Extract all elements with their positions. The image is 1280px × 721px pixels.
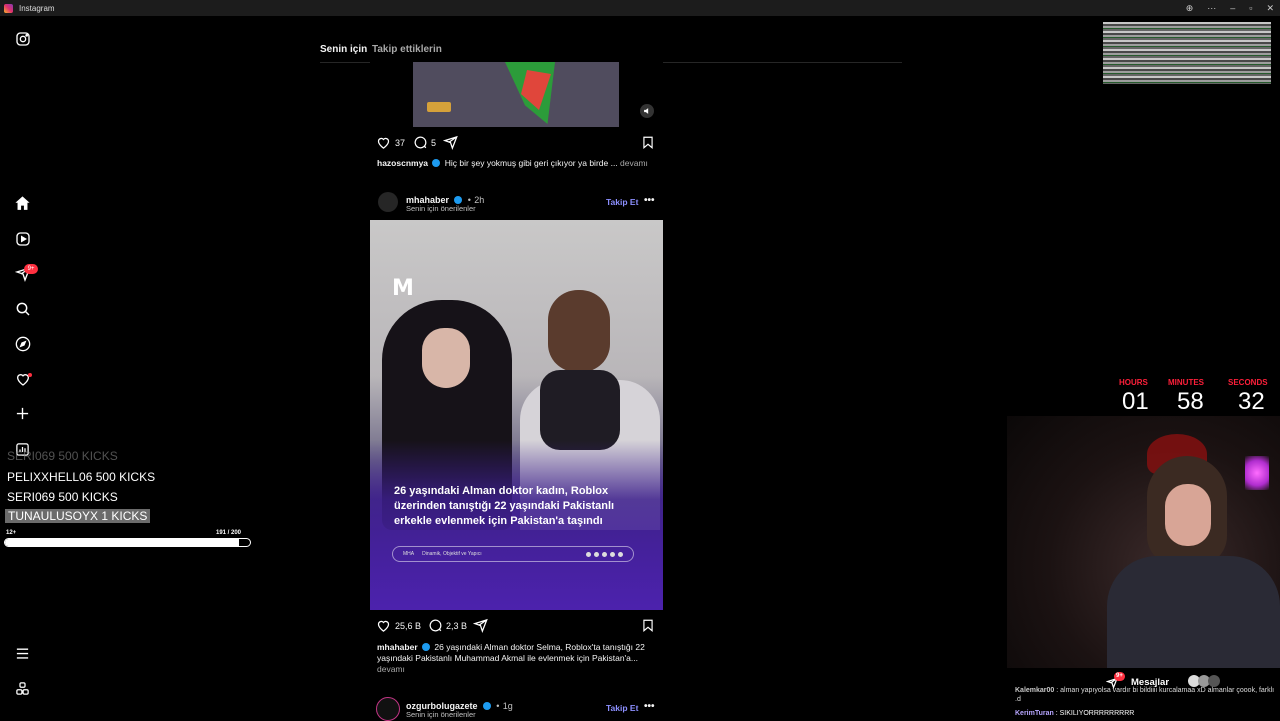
instagram-app-icon <box>4 3 13 13</box>
activity-dot <box>28 373 32 377</box>
kick-line-highlight: TUNAULUSOYX 1 KICKS <box>5 509 151 523</box>
also-from-meta-icon[interactable] <box>13 679 32 698</box>
person-body <box>1107 556 1280 668</box>
create-plus-icon[interactable] <box>13 404 32 423</box>
like-icon[interactable] <box>376 135 391 150</box>
hours-label: HOURS <box>1119 378 1148 387</box>
comment-count: 5 <box>431 138 437 148</box>
mha-logo: M <box>392 276 414 301</box>
post3-time: 1g <box>502 701 513 711</box>
messages-bar[interactable]: 9+ Mesajlar <box>1100 672 1240 692</box>
progress-left-label: 12+ <box>6 530 17 536</box>
lamp <box>1245 456 1269 490</box>
post2-more-link[interactable]: devamı <box>377 664 405 674</box>
chat-user: KerimTuran <box>1015 710 1054 717</box>
save-icon[interactable] <box>641 135 655 150</box>
window-controls: ⊕ ··· – ▫ ✕ <box>1186 0 1274 16</box>
chat-user: Kalemkar00 <box>1015 687 1055 694</box>
progress-right-label: 191 / 200 <box>216 530 242 536</box>
avatar[interactable] <box>378 192 398 212</box>
seconds-value: 32 <box>1238 388 1265 415</box>
image-footer: MHA Dinamik, Objektif ve Yapıcı <box>392 546 634 562</box>
restore-button[interactable]: ▫ <box>1249 3 1252 13</box>
hours-value: 01 <box>1122 388 1149 415</box>
more-options-icon[interactable]: ••• <box>644 701 655 712</box>
close-button[interactable]: ✕ <box>1266 3 1274 14</box>
tab-following[interactable]: Takip ettiklerin <box>372 44 442 55</box>
minutes-label: MINUTES <box>1168 378 1204 387</box>
comment-icon[interactable] <box>413 135 428 150</box>
kick-line: SERI069 500 KICKS <box>7 490 118 504</box>
save-icon[interactable] <box>641 618 655 633</box>
kick-line: SERI069 500 KICKS <box>7 449 118 463</box>
messages-badge: 9+ <box>1114 672 1125 681</box>
notifications-badge: 9+ <box>24 264 38 274</box>
kicks-progress-bar <box>4 538 251 547</box>
post3-suggestion: Senin için önerilenler <box>406 710 476 719</box>
more-options-icon[interactable]: ••• <box>644 195 655 206</box>
follow-button[interactable]: Takip Et <box>606 197 638 207</box>
post2-caption: mhahaber 26 yaşındaki Alman doktor Selma… <box>377 642 657 675</box>
minutes-value: 58 <box>1177 388 1204 415</box>
post1-more-link[interactable]: devamı <box>620 158 648 168</box>
post1-caption: hazoscnmya Hiç bir şey yokmuş gibi geri … <box>377 158 667 169</box>
post2-caption-username[interactable]: mhahaber <box>377 642 418 652</box>
sticker <box>427 102 451 112</box>
verified-icon <box>422 643 430 651</box>
chat-text: : SIKILIYORRRRRRRRR <box>1055 710 1135 717</box>
post2-suggestion: Senin için önerilenler <box>406 204 476 213</box>
image-footer-tagline: Dinamik, Objektif ve Yapıcı <box>422 551 482 557</box>
search-icon[interactable] <box>13 299 32 318</box>
verified-icon <box>482 702 491 710</box>
image-footer-brand: MHA <box>403 551 415 557</box>
avatar <box>1208 675 1220 687</box>
messages-label: Mesajlar <box>1131 677 1170 688</box>
verified-icon <box>454 196 463 204</box>
person-head <box>1147 456 1227 566</box>
home-icon[interactable] <box>13 194 32 213</box>
censored-overlay <box>1103 22 1271 84</box>
zoom-icon[interactable]: ⊕ <box>1186 3 1194 14</box>
comment-count: 2,3 B <box>446 621 468 631</box>
post2-image[interactable]: M 26 yaşındaki Alman doktor kadın, Roblo… <box>370 220 663 610</box>
window-title: Instagram <box>19 3 55 13</box>
post1-username[interactable]: hazoscnmya <box>377 158 428 168</box>
progress-fill <box>5 539 239 546</box>
window-titlebar: Instagram ⊕ ··· – ▫ ✕ <box>0 0 1280 16</box>
post2-caption-text: 26 yaşındaki Alman doktor Selma, Roblox'… <box>377 642 645 663</box>
tab-for-you[interactable]: Senin için <box>320 44 367 55</box>
image-headline: 26 yaşındaki Alman doktor kadın, Roblox … <box>394 485 615 527</box>
chat-message: KerimTuran : SIKILIYORRRRRRRRR <box>1015 709 1277 718</box>
like-icon[interactable] <box>376 618 391 633</box>
webcam-feed <box>1007 416 1280 668</box>
share-icon[interactable] <box>443 135 458 150</box>
post1-video[interactable] <box>370 62 663 127</box>
share-icon[interactable] <box>473 618 488 633</box>
minimize-button[interactable]: – <box>1230 3 1235 13</box>
kick-line: PELIXXHELL06 500 KICKS <box>7 470 156 484</box>
video-frame <box>413 62 619 127</box>
follow-button[interactable]: Takip Et <box>606 703 638 713</box>
seconds-label: SECONDS <box>1228 378 1268 387</box>
social-icons <box>586 551 623 557</box>
reels-icon[interactable] <box>13 229 32 248</box>
mute-icon[interactable] <box>640 104 654 118</box>
comment-icon[interactable] <box>428 618 443 633</box>
more-options-icon[interactable]: ··· <box>1207 3 1216 13</box>
post1-caption-text: Hiç bir şey yokmuş gibi geri çıkıyor ya … <box>444 158 618 168</box>
like-count: 37 <box>395 138 406 148</box>
explore-icon[interactable] <box>13 334 32 353</box>
menu-icon[interactable] <box>13 644 32 663</box>
verified-icon <box>432 159 441 167</box>
instagram-logo-icon[interactable] <box>13 29 32 48</box>
like-count: 25,6 B <box>395 621 422 631</box>
heart-icon[interactable] <box>13 369 32 388</box>
avatar[interactable] <box>376 697 400 721</box>
